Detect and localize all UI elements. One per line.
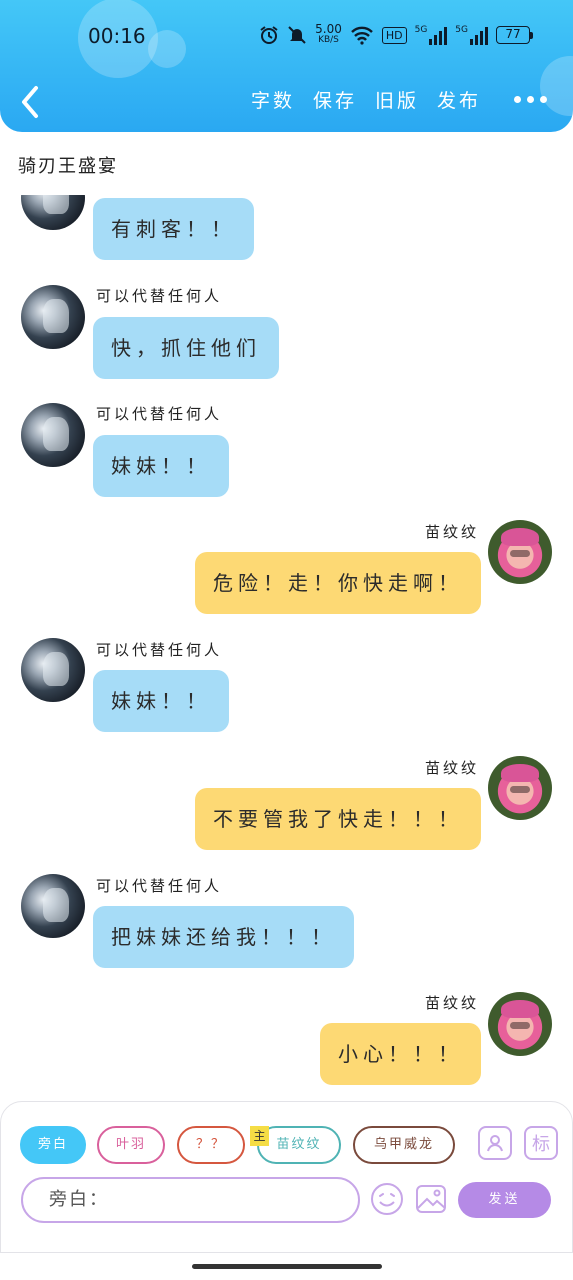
- emoji-icon[interactable]: [370, 1182, 404, 1216]
- avatar[interactable]: [488, 520, 552, 584]
- mark-button[interactable]: 标: [524, 1126, 558, 1160]
- sender-name: 苗纹纹: [424, 523, 479, 541]
- sender-name: 可以代替任何人: [96, 287, 223, 305]
- signal-strength-2: 5G: [455, 24, 488, 45]
- avatar[interactable]: [21, 195, 85, 230]
- message-bubble[interactable]: 不要管我了快走！！！: [195, 788, 481, 850]
- home-indicator[interactable]: [192, 1264, 382, 1269]
- avatar[interactable]: [21, 874, 85, 938]
- word-count-button[interactable]: 字数: [251, 86, 295, 113]
- avatar[interactable]: [21, 638, 85, 702]
- sender-name: 可以代替任何人: [96, 405, 223, 423]
- sender-name: 苗纹纹: [424, 994, 479, 1012]
- status-icons: 5.00 KB/S HD 5G 5G 77: [259, 22, 533, 46]
- avatar[interactable]: [488, 992, 552, 1056]
- more-options-icon[interactable]: [514, 96, 547, 103]
- network-speed: 5.00 KB/S: [315, 22, 342, 46]
- speed-value: 5.00: [315, 22, 342, 36]
- avatar[interactable]: [21, 403, 85, 467]
- status-time: 00:16: [88, 24, 146, 48]
- app-screen: 00:16 5.00 KB/S HD 5G 5G 77 字数 保存 旧版 发布 …: [0, 0, 573, 1280]
- decoration-bubble: [540, 56, 573, 116]
- decoration-bubble: [148, 30, 186, 68]
- message-bubble[interactable]: 把妹妹还给我！！！: [93, 906, 354, 968]
- avatar[interactable]: [488, 756, 552, 820]
- signal-label: 5G: [455, 24, 468, 35]
- wifi-icon: [350, 26, 373, 45]
- battery-icon: 77: [496, 26, 533, 44]
- image-icon[interactable]: [414, 1182, 448, 1216]
- alarm-icon: [260, 26, 278, 44]
- message-bubble[interactable]: 快，抓住他们: [93, 317, 279, 379]
- message-bubble[interactable]: 妹妹！！: [93, 435, 229, 497]
- message-bubble[interactable]: 妹妹！！: [93, 670, 229, 732]
- header-actions: 字数 保存 旧版 发布: [251, 86, 481, 113]
- battery-level: 77: [496, 26, 530, 44]
- message-bubble[interactable]: 有刺客！！: [93, 198, 254, 260]
- sender-name: 苗纹纹: [424, 759, 479, 777]
- top-header: 00:16 5.00 KB/S HD 5G 5G 77 字数 保存 旧版 发布: [0, 0, 573, 132]
- role-chip-narrator[interactable]: 旁白: [20, 1126, 86, 1164]
- message-input[interactable]: 旁白：: [21, 1177, 360, 1223]
- sender-name: 可以代替任何人: [96, 641, 223, 659]
- old-version-button[interactable]: 旧版: [375, 86, 419, 113]
- message-bubble[interactable]: 小心！！！: [320, 1023, 481, 1085]
- character-manage-button[interactable]: [478, 1126, 512, 1160]
- user-icon: [487, 1135, 503, 1152]
- save-button[interactable]: 保存: [313, 86, 357, 113]
- hd-badge: HD: [381, 26, 407, 44]
- avatar[interactable]: [21, 285, 85, 349]
- role-chip-ye-yu[interactable]: 叶羽: [97, 1126, 165, 1164]
- signal-strength-1: 5G: [414, 24, 448, 45]
- chevron-left-icon: [22, 86, 38, 118]
- send-button[interactable]: 发送: [458, 1182, 551, 1218]
- story-title: 骑刃王盛宴: [18, 156, 118, 177]
- role-chip-wujia-weilong[interactable]: 乌甲威龙: [353, 1126, 455, 1164]
- back-button[interactable]: [14, 82, 50, 122]
- publish-button[interactable]: 发布: [437, 86, 481, 113]
- main-character-badge: 主: [250, 1126, 269, 1146]
- chat-list[interactable]: 有刺客！！ 可以代替任何人 快，抓住他们 可以代替任何人 妹妹！！ 苗纹纹 危险…: [0, 195, 573, 1100]
- speed-unit: KB/S: [318, 35, 339, 45]
- sender-name: 可以代替任何人: [96, 877, 223, 895]
- message-composer: 旁白 叶羽 ？？ 苗纹纹 主 乌甲威龙 标 旁白： 发送: [0, 1101, 573, 1253]
- message-bubble[interactable]: 危险！走！你快走啊！: [195, 552, 481, 614]
- role-chip-miao-wenwen[interactable]: 苗纹纹: [257, 1126, 341, 1164]
- role-chip-unknown[interactable]: ？？: [177, 1126, 245, 1164]
- signal-label: 5G: [414, 24, 428, 35]
- mute-bell-icon: [288, 26, 306, 44]
